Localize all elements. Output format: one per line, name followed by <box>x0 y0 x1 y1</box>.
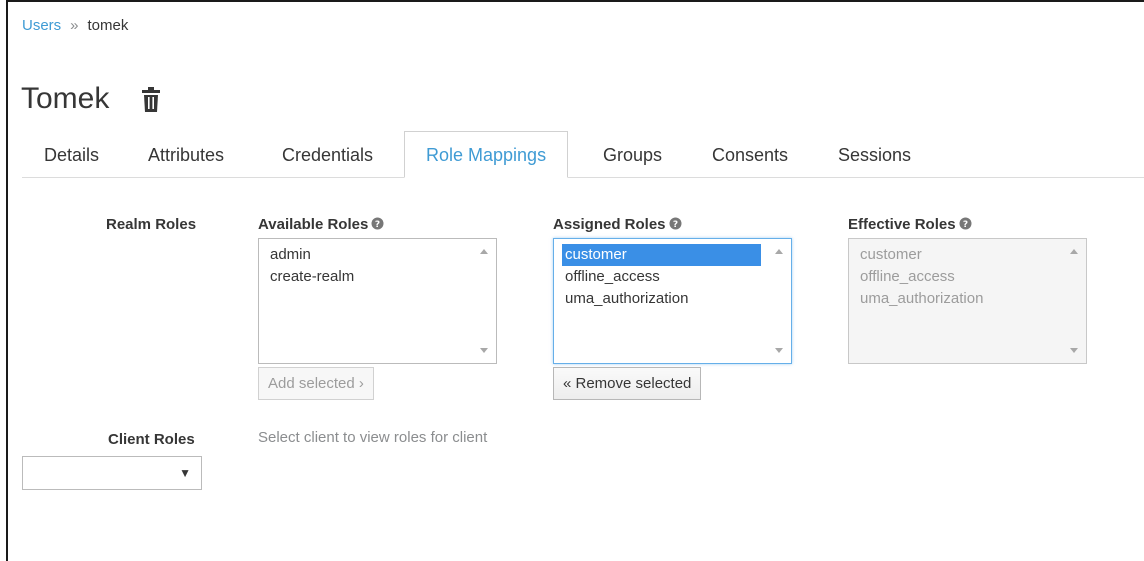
realm-roles-label: Realm Roles <box>106 216 197 233</box>
svg-text:?: ? <box>672 220 677 230</box>
help-icon[interactable]: ? <box>669 217 682 230</box>
list-item-selected[interactable]: customer <box>562 244 761 266</box>
available-roles-label: Available Roles? <box>258 216 384 233</box>
breadcrumb-separator: » <box>70 17 79 34</box>
client-roles-label: Client Roles <box>108 431 195 448</box>
tab-consents[interactable]: Consents <box>712 145 788 166</box>
list-item: customer <box>860 246 922 263</box>
list-item[interactable]: admin <box>259 244 496 266</box>
scroll-down-icon[interactable] <box>775 348 783 353</box>
assigned-roles-text: Assigned Roles <box>553 216 666 233</box>
trash-icon[interactable] <box>140 86 162 114</box>
breadcrumb-current: tomek <box>87 17 129 34</box>
tab-credentials[interactable]: Credentials <box>282 145 373 166</box>
add-selected-button[interactable]: Add selected › <box>258 367 374 400</box>
remove-selected-button[interactable]: « Remove selected <box>553 367 702 400</box>
help-icon[interactable]: ? <box>371 217 384 230</box>
list-item[interactable]: uma_authorization <box>554 288 791 310</box>
effective-roles-text: Effective Roles <box>848 216 956 233</box>
list-item: uma_authorization <box>860 290 984 307</box>
caret-down-icon: ▼ <box>179 466 191 480</box>
client-select[interactable]: ▼ <box>22 456 202 490</box>
breadcrumb: Users » tomek <box>22 17 128 34</box>
available-roles-list[interactable]: admin create-realm <box>258 238 497 364</box>
effective-roles-label: Effective Roles? <box>848 216 972 233</box>
effective-roles-list: customer offline_access uma_authorizatio… <box>848 238 1087 364</box>
scroll-down-icon <box>1070 348 1078 353</box>
tab-groups[interactable]: Groups <box>603 145 662 166</box>
scroll-down-icon[interactable] <box>480 348 488 353</box>
scroll-up-icon[interactable] <box>775 249 783 254</box>
tab-role-mappings[interactable]: Role Mappings <box>404 131 569 178</box>
tab-sessions[interactable]: Sessions <box>838 145 911 166</box>
list-item[interactable]: offline_access <box>554 266 791 288</box>
tab-attributes[interactable]: Attributes <box>148 145 224 166</box>
help-icon[interactable]: ? <box>959 217 972 230</box>
list-item: offline_access <box>860 268 955 285</box>
page-title: Tomek <box>21 82 110 115</box>
tab-details[interactable]: Details <box>44 145 99 166</box>
scroll-up-icon <box>1070 249 1078 254</box>
tabs-divider <box>22 177 1144 178</box>
available-roles-text: Available Roles <box>258 216 369 233</box>
assigned-roles-label: Assigned Roles? <box>553 216 682 233</box>
scroll-up-icon[interactable] <box>480 249 488 254</box>
svg-text:?: ? <box>962 220 967 230</box>
client-roles-hint: Select client to view roles for client <box>258 429 488 446</box>
assigned-roles-list[interactable]: customer offline_access uma_authorizatio… <box>553 238 792 364</box>
breadcrumb-users-link[interactable]: Users <box>22 17 61 34</box>
list-item[interactable]: create-realm <box>259 266 496 288</box>
svg-text:?: ? <box>375 220 380 230</box>
